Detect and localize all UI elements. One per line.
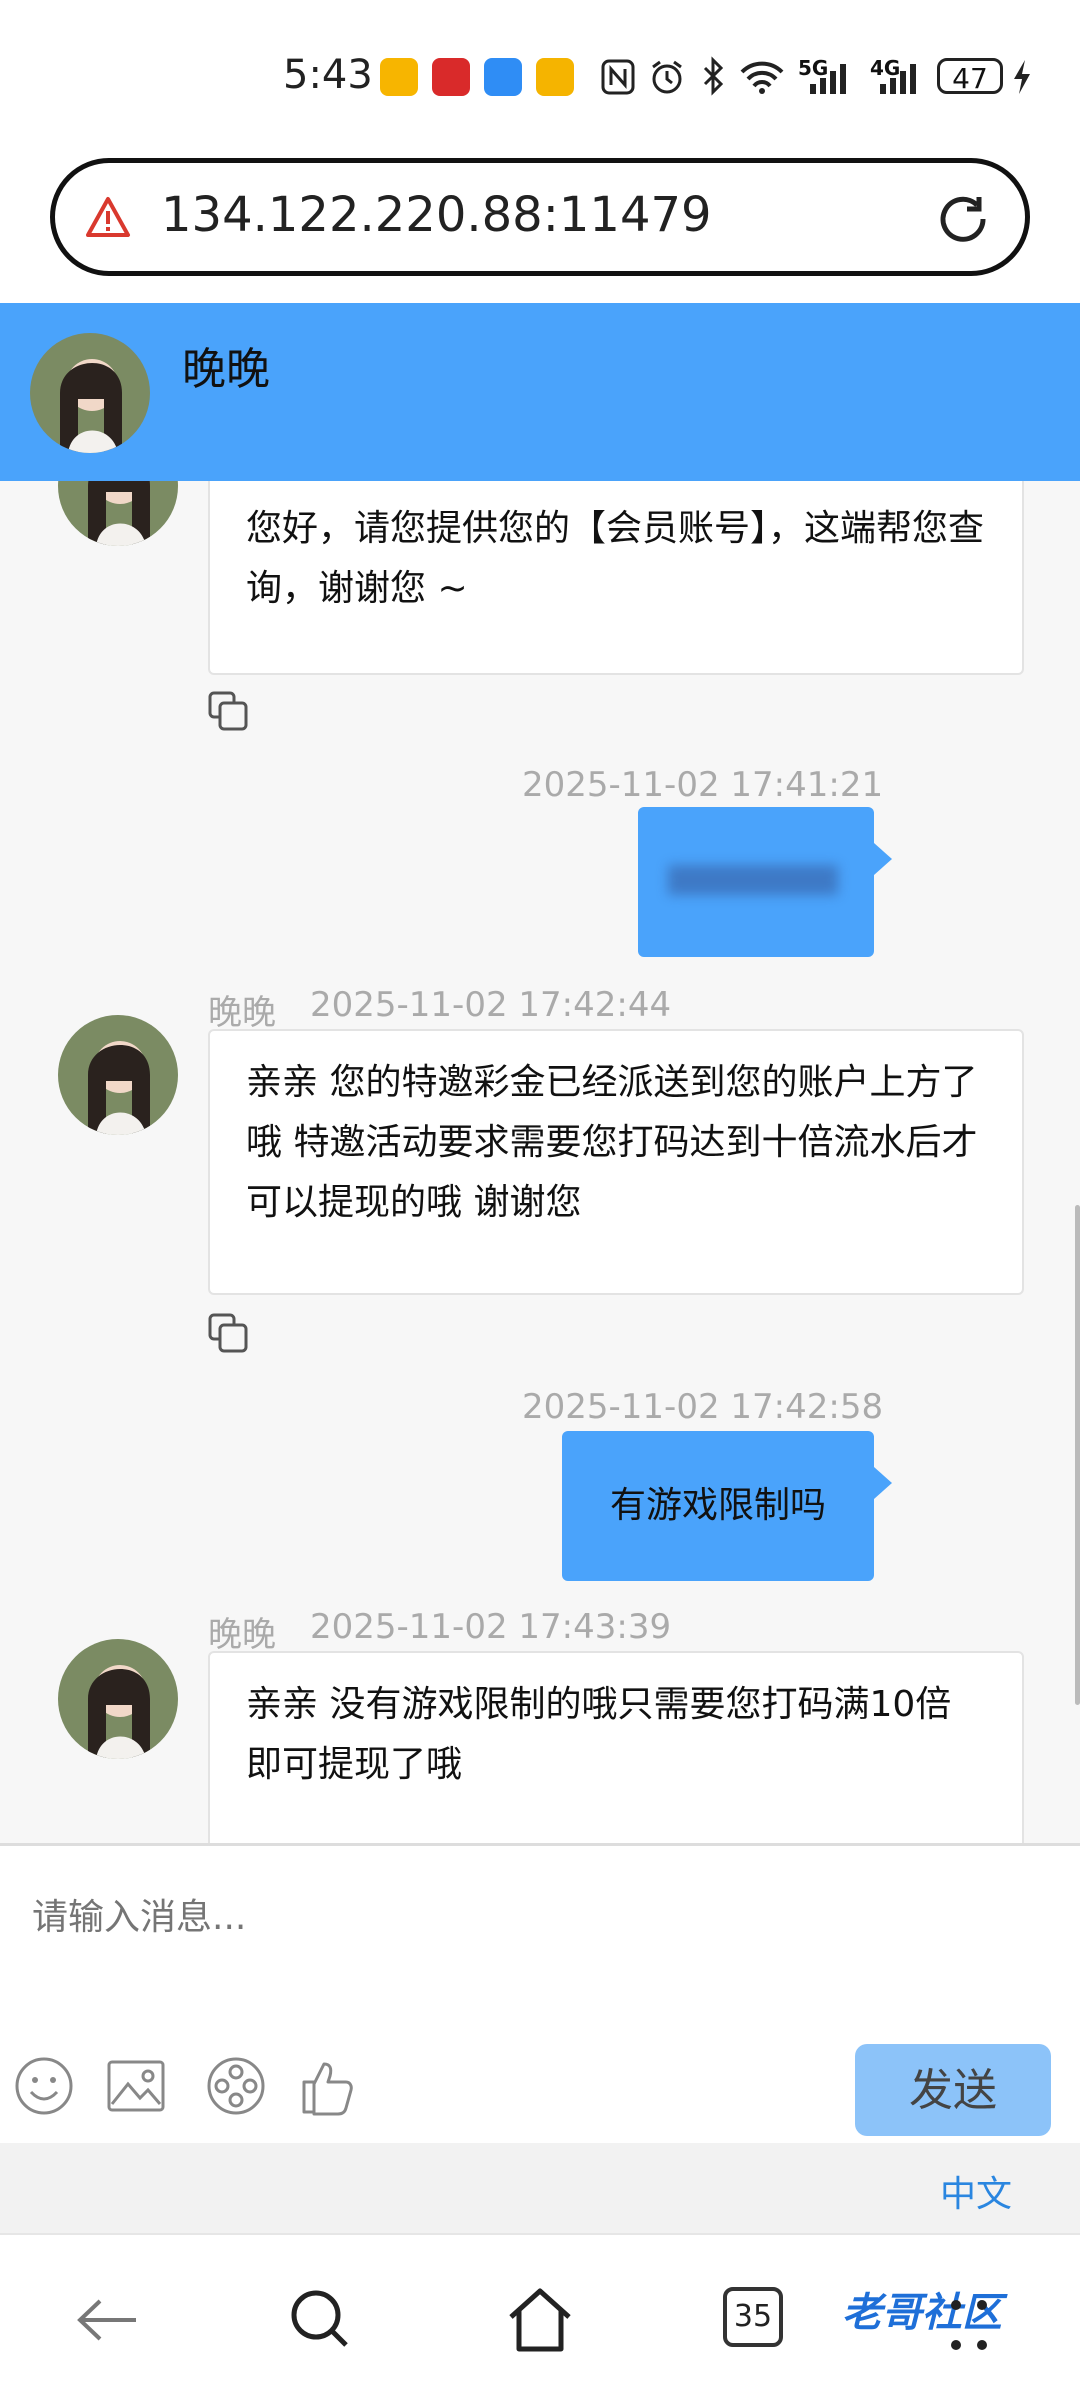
signal-5g-icon (810, 64, 846, 94)
message-bubble: 亲亲 没有游戏限制的哦只需要您打码满10倍即可提现了哦 (208, 1651, 1024, 1843)
message-bubble: 您好，请您提供您的【会员账号】，这端帮您查询，谢谢您 ~ (208, 481, 1024, 675)
emoji-icon[interactable] (14, 2056, 74, 2116)
redacted-content (668, 865, 838, 895)
agent-avatar (58, 481, 178, 546)
status-bar: 5:43 5G 4G 47 (0, 0, 1080, 150)
copy-icon[interactable] (208, 691, 248, 731)
agent-avatar (30, 333, 150, 453)
signal-4g-icon (880, 64, 916, 94)
bluetooth-icon (703, 56, 724, 96)
scrollbar[interactable] (1075, 1205, 1080, 1705)
message-list[interactable]: 您好，请您提供您的【会员账号】，这端帮您查询，谢谢您 ~ 2025-11-02 … (0, 481, 1080, 1843)
message-timestamp: 2025-11-02 17:41:21 (522, 765, 884, 805)
language-bar: 中文 (0, 2143, 1080, 2233)
message-sender: 晚晚 (208, 993, 276, 1033)
message-timestamp: 2025-11-02 17:42:44 (310, 985, 672, 1025)
chat-header: 晚晚 (0, 303, 1080, 481)
agent-avatar (58, 1015, 178, 1135)
send-button[interactable]: 发送 (855, 2044, 1051, 2136)
message-bubble: 亲亲 您的特邀彩金已经派送到您的账户上方了哦 特邀活动要求需要您打码达到十倍流水… (208, 1029, 1024, 1295)
message-bubble: 有游戏限制吗 (562, 1431, 892, 1581)
browser-bottom-nav: 35 老哥社区 (0, 2233, 1080, 2400)
message-sender: 晚晚 (208, 1615, 276, 1655)
message-app-icon (484, 58, 522, 96)
wifi-icon (740, 61, 784, 94)
chat-title: 晚晚 (182, 344, 270, 395)
url-text[interactable]: 134.122.220.88:11479 (161, 187, 712, 243)
home-icon[interactable] (505, 2285, 575, 2355)
message-bubble-blurred (638, 807, 892, 957)
message-text: 您好，请您提供您的【会员账号】，这端帮您查询，谢谢您 ~ (246, 508, 985, 609)
warning-icon[interactable] (85, 195, 131, 241)
weibo-app-icon (380, 58, 418, 96)
back-icon[interactable] (72, 2285, 142, 2355)
image-icon[interactable] (106, 2056, 166, 2116)
charging-icon (1014, 60, 1030, 94)
tab-switcher[interactable]: 35 (723, 2287, 783, 2347)
more-menu-icon[interactable] (944, 2295, 994, 2355)
news-app-icon (432, 58, 470, 96)
message-text: 亲亲 没有游戏限制的哦只需要您打码满10倍即可提现了哦 (246, 1684, 952, 1785)
message-text: 亲亲 您的特邀彩金已经派送到您的账户上方了哦 特邀活动要求需要您打码达到十倍流水… (246, 1062, 978, 1223)
status-time: 5:43 (283, 52, 373, 98)
message-input[interactable] (30, 1866, 1034, 1968)
message-text: 有游戏限制吗 (609, 1485, 826, 1526)
thumbs-up-icon[interactable] (298, 2056, 358, 2116)
nfc-icon (601, 59, 635, 95)
message-timestamp: 2025-11-02 17:43:39 (310, 1607, 672, 1647)
search-icon[interactable] (286, 2285, 356, 2355)
composer: 发送 (0, 1843, 1080, 2143)
reload-icon[interactable] (935, 191, 991, 247)
language-switch[interactable]: 中文 (940, 2165, 1012, 2217)
mail-app-icon (536, 58, 574, 96)
agent-avatar (58, 1639, 178, 1759)
copy-icon[interactable] (208, 1313, 248, 1353)
battery-indicator: 47 (937, 58, 1003, 95)
alarm-icon (652, 60, 682, 94)
message-timestamp: 2025-11-02 17:42:58 (522, 1387, 884, 1427)
address-bar[interactable]: 134.122.220.88:11479 (50, 158, 1030, 276)
video-icon[interactable] (206, 2056, 266, 2116)
